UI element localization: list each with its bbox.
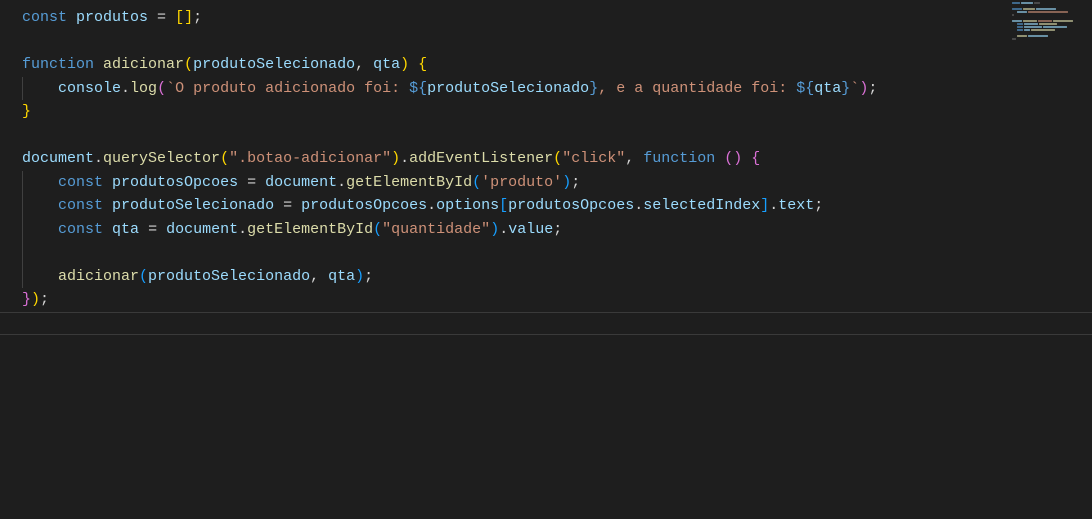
parameter: qta <box>373 56 400 73</box>
code-line[interactable]: } <box>22 100 1092 124</box>
bracket-open: [ <box>175 9 184 26</box>
keyword: const <box>22 9 67 26</box>
argument: produtoSelecionado <box>148 268 310 285</box>
method: addEventListener <box>409 150 553 167</box>
minimap[interactable] <box>1012 2 1090 42</box>
code-line[interactable]: const qta = document.getElementById("qua… <box>22 218 1092 242</box>
string: , e a quantidade foi: <box>598 80 796 97</box>
string: "quantidade" <box>382 221 490 238</box>
code-line[interactable]: const produtos = []; <box>22 6 1092 30</box>
variable: produtosOpcoes <box>112 174 238 191</box>
keyword: function <box>643 150 715 167</box>
code-line[interactable] <box>22 30 1092 54</box>
code-line[interactable] <box>22 241 1092 265</box>
function-call: adicionar <box>58 268 139 285</box>
code-line[interactable]: adicionar(produtoSelecionado, qta); <box>22 265 1092 289</box>
code-line[interactable]: }); <box>22 288 1092 312</box>
variable: produtos <box>76 9 148 26</box>
template-var: produtoSelecionado <box>427 80 589 97</box>
object: document <box>265 174 337 191</box>
property: value <box>508 221 553 238</box>
code-line-cursor[interactable] <box>22 312 1092 336</box>
code-line[interactable]: const produtoSelecionado = produtosOpcoe… <box>22 194 1092 218</box>
string: ".botao-adicionar" <box>229 150 391 167</box>
string: 'produto' <box>481 174 562 191</box>
method: getElementById <box>247 221 373 238</box>
template-var: qta <box>814 80 841 97</box>
code-editor[interactable]: const produtos = []; function adicionar(… <box>0 0 1092 519</box>
method: querySelector <box>103 150 220 167</box>
object: produtosOpcoes <box>508 197 634 214</box>
property: selectedIndex <box>643 197 760 214</box>
keyword: const <box>58 221 103 238</box>
code-line[interactable]: function adicionar(produtoSelecionado, q… <box>22 53 1092 77</box>
string: "click" <box>562 150 625 167</box>
property: options <box>436 197 499 214</box>
object: produtosOpcoes <box>301 197 427 214</box>
object: document <box>166 221 238 238</box>
code-line[interactable]: const produtosOpcoes = document.getEleme… <box>22 171 1092 195</box>
object: document <box>22 150 94 167</box>
function-name: adicionar <box>103 56 184 73</box>
code-line[interactable] <box>22 124 1092 148</box>
argument: qta <box>328 268 355 285</box>
property: text <box>778 197 814 214</box>
parameter: produtoSelecionado <box>193 56 355 73</box>
keyword: const <box>58 197 103 214</box>
string: O produto adicionado foi: <box>175 80 409 97</box>
method: getElementById <box>346 174 472 191</box>
object: console <box>58 80 121 97</box>
code-line[interactable]: console.log(`O produto adicionado foi: $… <box>22 77 1092 101</box>
keyword: const <box>58 174 103 191</box>
bracket-close: ] <box>184 9 193 26</box>
method: log <box>130 80 157 97</box>
variable: qta <box>112 221 139 238</box>
code-line[interactable]: document.querySelector(".botao-adicionar… <box>22 147 1092 171</box>
variable: produtoSelecionado <box>112 197 274 214</box>
keyword: function <box>22 56 94 73</box>
